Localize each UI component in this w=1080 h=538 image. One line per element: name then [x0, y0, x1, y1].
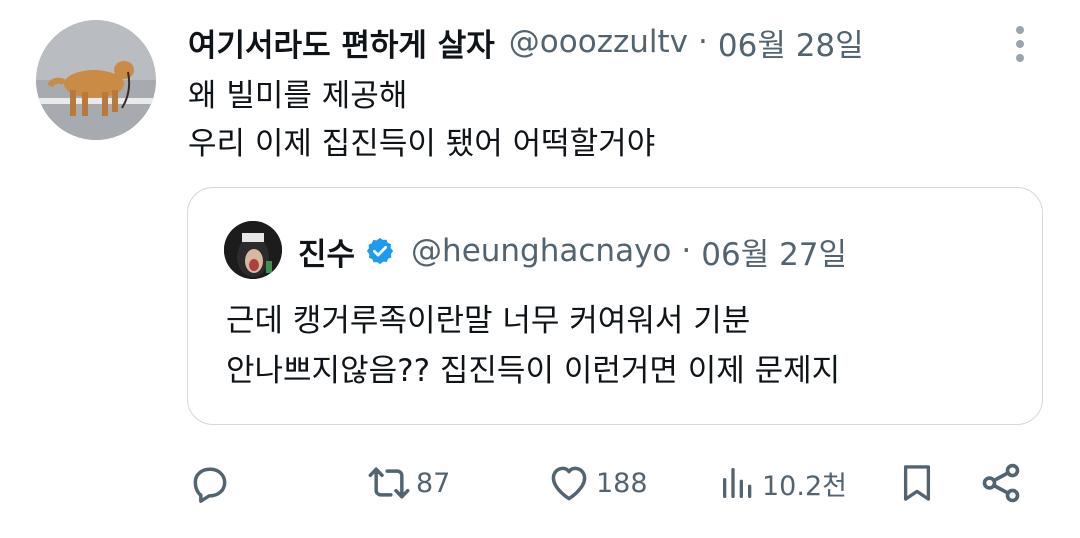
quoted-tweet-header: 진수 @heunghacnayo · 06월 27일 — [298, 226, 847, 276]
tweet-text-line: 왜 빌미를 제공해 — [188, 78, 408, 114]
author-handle[interactable]: @ooozzultv — [509, 24, 688, 60]
retweet-count: 87 — [416, 467, 451, 499]
reply-button[interactable] — [188, 456, 236, 510]
bookmark-icon — [903, 465, 931, 501]
like-button[interactable]: 188 — [546, 456, 648, 510]
tweet-date[interactable]: 06월 28일 — [718, 20, 864, 65]
views-button[interactable]: 10.2천 — [718, 456, 847, 510]
views-count: 10.2천 — [762, 470, 847, 502]
action-bar: 87 188 10.2천 — [0, 456, 1080, 510]
monkey-avatar-icon — [224, 221, 282, 279]
tweet-text: 왜 빌미를 제공해 우리 이제 집진득이 됐어 어떡할거야 — [188, 72, 655, 168]
reply-icon — [193, 467, 227, 503]
quoted-author-display-name[interactable]: 진수 — [298, 229, 355, 274]
retweet-button[interactable]: 87 — [366, 456, 450, 510]
share-button[interactable] — [978, 456, 1024, 510]
share-icon — [982, 463, 1020, 503]
quoted-tweet[interactable]: 진수 @heunghacnayo · 06월 27일 근데 캥거루족이란말 너무… — [187, 187, 1043, 425]
more-dot — [1016, 54, 1024, 62]
more-dot — [1016, 40, 1024, 48]
more-vertical-icon[interactable] — [1006, 22, 1034, 66]
retweet-icon — [368, 467, 410, 499]
quoted-text-line: 근데 캥거루족이란말 너무 커여워서 기분 — [226, 303, 751, 339]
tweet-card: 여기서라도 편하게 살자 @ooozzultv · 06월 28일 왜 빌미를 … — [0, 0, 1080, 538]
more-dot — [1016, 26, 1024, 34]
quoted-tweet-date[interactable]: 06월 27일 — [701, 229, 847, 274]
tweet-header: 여기서라도 편하게 살자 @ooozzultv · 06월 28일 — [188, 18, 864, 66]
quoted-text-line: 안나쁘지않음?? 집진득이 이런거면 이제 문제지 — [226, 353, 841, 389]
dog-walking-avatar-icon — [36, 20, 156, 140]
author-avatar[interactable] — [36, 20, 156, 140]
verified-badge-icon — [366, 237, 394, 265]
bookmark-button[interactable] — [896, 456, 938, 510]
author-display-name[interactable]: 여기서라도 편하게 살자 — [188, 20, 495, 65]
heart-icon — [551, 466, 587, 501]
views-icon — [723, 468, 752, 498]
quoted-header-separator: · — [681, 233, 692, 269]
quoted-author-handle[interactable]: @heunghacnayo — [411, 233, 671, 269]
quoted-tweet-text: 근데 캥거루족이란말 너무 커여워서 기분 안나쁘지않음?? 집진득이 이런거면… — [226, 296, 840, 396]
like-count: 188 — [596, 467, 648, 499]
header-separator: · — [698, 24, 708, 60]
tweet-text-line: 우리 이제 집진득이 됐어 어떡할거야 — [188, 126, 656, 162]
quoted-author-avatar[interactable] — [224, 221, 282, 279]
